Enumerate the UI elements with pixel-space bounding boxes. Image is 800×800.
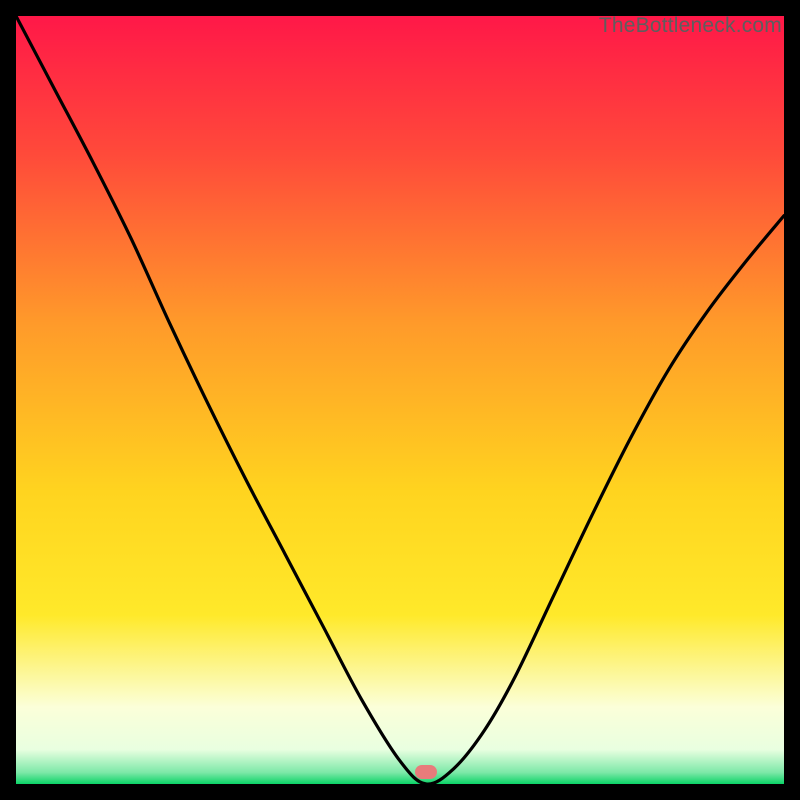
bottleneck-plot <box>16 16 784 784</box>
gradient-background <box>16 16 784 784</box>
optimal-point-marker <box>415 765 437 779</box>
chart-frame: TheBottleneck.com <box>16 16 784 784</box>
watermark-label: TheBottleneck.com <box>599 14 782 38</box>
